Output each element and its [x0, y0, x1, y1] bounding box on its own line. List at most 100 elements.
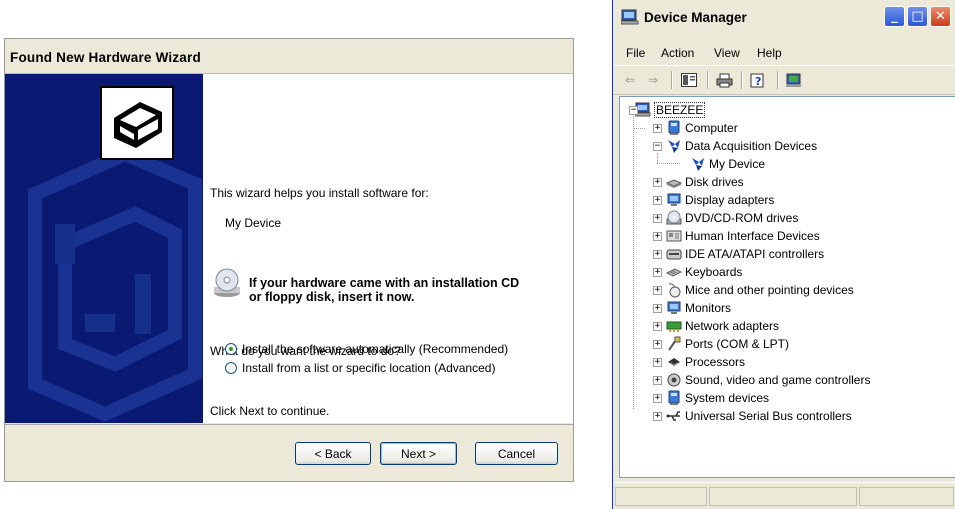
- expand-icon[interactable]: +: [653, 286, 662, 295]
- menu-file[interactable]: File: [626, 46, 645, 60]
- tree-root-label: BEEZEE: [654, 102, 706, 118]
- expand-icon[interactable]: +: [653, 412, 662, 421]
- tree-line: [633, 128, 645, 129]
- menu-action[interactable]: Action: [661, 46, 694, 60]
- tree-item-label: Processors: [685, 355, 746, 369]
- tree-item-system-devices[interactable]: System devices: [666, 389, 769, 407]
- cd-prompt: If your hardware came with an installati…: [249, 276, 519, 304]
- tree-item-human-interface-devices[interactable]: Human Interface Devices: [666, 227, 820, 245]
- tree-item-computer[interactable]: Computer: [666, 119, 738, 137]
- radio-unchecked-icon[interactable]: [225, 362, 237, 374]
- tree-item-label: IDE ATA/ATAPI controllers: [685, 247, 825, 261]
- toolbar-separator: [777, 71, 778, 89]
- expand-icon[interactable]: +: [653, 214, 662, 223]
- expand-icon[interactable]: +: [653, 394, 662, 403]
- tree-item-label: Sound, video and game controllers: [685, 373, 871, 387]
- hid-icon: [666, 230, 682, 242]
- tree-item-data-acquisition-devices[interactable]: Data Acquisition Devices: [666, 137, 817, 155]
- tree-item-label: Monitors: [685, 301, 732, 315]
- scan-hardware-icon[interactable]: [785, 72, 803, 88]
- option-label: Install from a list or specific location…: [242, 361, 496, 375]
- computer-icon: [621, 9, 639, 25]
- expand-icon[interactable]: +: [653, 124, 662, 133]
- menu-help[interactable]: Help: [757, 46, 782, 60]
- sound-icon: [667, 373, 681, 387]
- expand-icon[interactable]: +: [653, 232, 662, 241]
- svg-text:?: ?: [755, 75, 761, 88]
- cd-prompt-line1: If your hardware came with an installati…: [249, 276, 520, 290]
- wizard-content: This wizard helps you install software f…: [203, 74, 573, 423]
- tree-item-ports[interactable]: Ports (COM & LPT): [666, 335, 789, 353]
- tree-item-dvd-cd-rom-drives[interactable]: DVD/CD-ROM drives: [666, 209, 798, 227]
- collapse-icon[interactable]: −: [629, 106, 638, 115]
- mouse-icon: [668, 283, 681, 298]
- wizard-intro: This wizard helps you install software f…: [210, 186, 429, 200]
- properties-icon[interactable]: ?: [749, 72, 767, 88]
- tree-item-label: Mice and other pointing devices: [685, 283, 854, 297]
- tree-item-sound-video-game[interactable]: Sound, video and game controllers: [666, 371, 870, 389]
- back-button[interactable]: < Back: [295, 442, 371, 465]
- toolbar-separator: [707, 71, 708, 89]
- tree-item-display-adapters[interactable]: Display adapters: [666, 191, 774, 209]
- daq-icon: [692, 158, 704, 171]
- tree-item-mice[interactable]: Mice and other pointing devices: [666, 281, 854, 299]
- tree-line: [657, 163, 680, 164]
- next-button[interactable]: Next >: [380, 442, 457, 465]
- tree-line: [633, 111, 634, 409]
- device-name: My Device: [225, 216, 282, 230]
- option-install-automatically[interactable]: Install the software automatically (Reco…: [225, 342, 508, 356]
- close-icon[interactable]: ✕: [930, 6, 951, 27]
- expand-icon[interactable]: +: [653, 196, 662, 205]
- tree-item-monitors[interactable]: Monitors: [666, 299, 731, 317]
- tree-item-my-device[interactable]: My Device: [690, 155, 765, 173]
- minimize-icon[interactable]: _: [884, 6, 905, 27]
- expand-icon[interactable]: +: [653, 340, 662, 349]
- tree-root-beezee[interactable]: BEEZEE: [635, 101, 706, 119]
- maximize-icon[interactable]: □: [907, 6, 928, 27]
- status-pane: [709, 487, 857, 506]
- option-label: Install the software automatically (Reco…: [242, 342, 509, 356]
- forward-arrow-icon[interactable]: ⇒: [644, 72, 662, 88]
- option-install-from-list[interactable]: Install from a list or specific location…: [225, 361, 495, 375]
- tree-item-usb-controllers[interactable]: Universal Serial Bus controllers: [666, 407, 852, 425]
- tree-item-label: Display adapters: [685, 193, 775, 207]
- tree-item-label: Universal Serial Bus controllers: [685, 409, 852, 423]
- menu-bar: File Action View Help: [613, 38, 955, 62]
- tree-item-label: Data Acquisition Devices: [685, 139, 818, 153]
- device-manager-window: Device Manager _ □ ✕ File Action View He…: [612, 0, 955, 509]
- expand-icon[interactable]: +: [653, 322, 662, 331]
- cancel-button[interactable]: Cancel: [475, 442, 558, 465]
- wizard-title-bar[interactable]: Found New Hardware Wizard: [5, 39, 573, 74]
- dm-title: Device Manager: [644, 10, 747, 25]
- tree-item-keyboards[interactable]: Keyboards: [666, 263, 742, 281]
- show-hide-tree-icon[interactable]: [680, 72, 698, 88]
- tree-item-label: DVD/CD-ROM drives: [685, 211, 799, 225]
- network-icon: [666, 321, 682, 332]
- expand-icon[interactable]: +: [653, 250, 662, 259]
- back-arrow-icon[interactable]: ⇐: [621, 72, 639, 88]
- radio-checked-icon[interactable]: [225, 343, 237, 355]
- expand-icon[interactable]: +: [653, 178, 662, 187]
- hardware-logo-icon: [100, 86, 174, 160]
- menu-view[interactable]: View: [714, 46, 740, 60]
- wizard-footer: Click Next to continue.: [210, 404, 330, 418]
- tree-item-processors[interactable]: Processors: [666, 353, 745, 371]
- tree-item-label: Keyboards: [685, 265, 743, 279]
- tree-item-label: My Device: [709, 157, 766, 171]
- expand-icon[interactable]: +: [653, 358, 662, 367]
- status-pane: [615, 487, 707, 506]
- print-icon[interactable]: [715, 72, 733, 88]
- tree-item-label: Network adapters: [685, 319, 780, 333]
- collapse-icon[interactable]: −: [653, 142, 662, 151]
- expand-icon[interactable]: +: [653, 376, 662, 385]
- tree-item-network-adapters[interactable]: Network adapters: [666, 317, 779, 335]
- expand-icon[interactable]: +: [653, 304, 662, 313]
- toolbar-separator: [671, 71, 672, 89]
- port-icon: [668, 336, 681, 351]
- disk-icon: [666, 179, 682, 188]
- dm-title-bar[interactable]: Device Manager _ □ ✕: [613, 0, 955, 34]
- tree-item-ide-ata-atapi-controllers[interactable]: IDE ATA/ATAPI controllers: [666, 245, 824, 263]
- ide-icon: [666, 249, 682, 260]
- tree-item-disk-drives[interactable]: Disk drives: [666, 173, 744, 191]
- expand-icon[interactable]: +: [653, 268, 662, 277]
